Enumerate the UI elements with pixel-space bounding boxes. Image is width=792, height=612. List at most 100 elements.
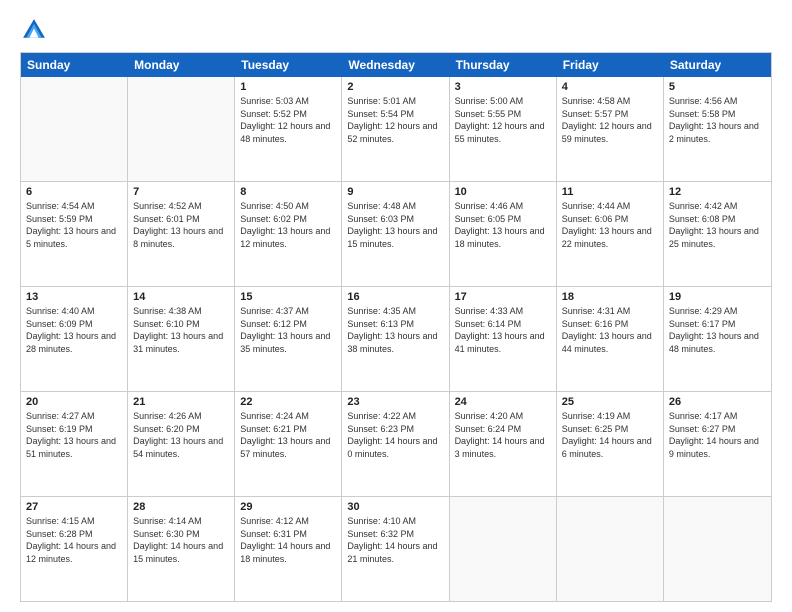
day-number: 30 — [347, 501, 443, 513]
day-number: 8 — [240, 186, 336, 198]
calendar-header-cell: Friday — [557, 53, 664, 77]
sun-info: Sunrise: 4:40 AMSunset: 6:09 PMDaylight:… — [26, 305, 122, 355]
sun-info: Sunrise: 4:15 AMSunset: 6:28 PMDaylight:… — [26, 515, 122, 565]
calendar-header-cell: Saturday — [664, 53, 771, 77]
calendar-cell: 14 Sunrise: 4:38 AMSunset: 6:10 PMDayligh… — [128, 287, 235, 391]
calendar-week-row: 27 Sunrise: 4:15 AMSunset: 6:28 PMDayligh… — [21, 497, 771, 601]
sun-info: Sunrise: 4:48 AMSunset: 6:03 PMDaylight:… — [347, 200, 443, 250]
calendar-week-row: 6 Sunrise: 4:54 AMSunset: 5:59 PMDaylight… — [21, 182, 771, 287]
day-number: 14 — [133, 291, 229, 303]
sun-info: Sunrise: 4:26 AMSunset: 6:20 PMDaylight:… — [133, 410, 229, 460]
calendar-cell: 8 Sunrise: 4:50 AMSunset: 6:02 PMDaylight… — [235, 182, 342, 286]
calendar-cell: 7 Sunrise: 4:52 AMSunset: 6:01 PMDaylight… — [128, 182, 235, 286]
day-number: 11 — [562, 186, 658, 198]
day-number: 7 — [133, 186, 229, 198]
sun-info: Sunrise: 4:20 AMSunset: 6:24 PMDaylight:… — [455, 410, 551, 460]
calendar-cell: 26 Sunrise: 4:17 AMSunset: 6:27 PMDayligh… — [664, 392, 771, 496]
sun-info: Sunrise: 4:22 AMSunset: 6:23 PMDaylight:… — [347, 410, 443, 460]
sun-info: Sunrise: 5:01 AMSunset: 5:54 PMDaylight:… — [347, 95, 443, 145]
calendar-cell — [450, 497, 557, 601]
calendar-cell — [128, 77, 235, 181]
calendar-week-row: 1Sunrise: 5:03 AMSunset: 5:52 PMDaylight… — [21, 77, 771, 182]
calendar-cell: 12 Sunrise: 4:42 AMSunset: 6:08 PMDayligh… — [664, 182, 771, 286]
sun-info: Sunrise: 4:54 AMSunset: 5:59 PMDaylight:… — [26, 200, 122, 250]
calendar-cell: 13 Sunrise: 4:40 AMSunset: 6:09 PMDayligh… — [21, 287, 128, 391]
day-number: 25 — [562, 396, 658, 408]
sun-info: Sunrise: 4:52 AMSunset: 6:01 PMDaylight:… — [133, 200, 229, 250]
day-number: 9 — [347, 186, 443, 198]
sun-info: Sunrise: 4:29 AMSunset: 6:17 PMDaylight:… — [669, 305, 766, 355]
sun-info: Sunrise: 4:38 AMSunset: 6:10 PMDaylight:… — [133, 305, 229, 355]
calendar-cell: 15 Sunrise: 4:37 AMSunset: 6:12 PMDayligh… — [235, 287, 342, 391]
calendar-cell: 27 Sunrise: 4:15 AMSunset: 6:28 PMDayligh… — [21, 497, 128, 601]
calendar-cell: 16 Sunrise: 4:35 AMSunset: 6:13 PMDayligh… — [342, 287, 449, 391]
sun-info: Sunrise: 5:00 AMSunset: 5:55 PMDaylight:… — [455, 95, 551, 145]
calendar-cell: 9 Sunrise: 4:48 AMSunset: 6:03 PMDaylight… — [342, 182, 449, 286]
day-number: 13 — [26, 291, 122, 303]
sun-info: Sunrise: 4:58 AMSunset: 5:57 PMDaylight:… — [562, 95, 658, 145]
calendar-cell: 30 Sunrise: 4:10 AMSunset: 6:32 PMDayligh… — [342, 497, 449, 601]
sun-info: Sunrise: 4:17 AMSunset: 6:27 PMDaylight:… — [669, 410, 766, 460]
day-number: 28 — [133, 501, 229, 513]
sun-info: Sunrise: 4:50 AMSunset: 6:02 PMDaylight:… — [240, 200, 336, 250]
calendar-cell: 1Sunrise: 5:03 AMSunset: 5:52 PMDaylight… — [235, 77, 342, 181]
sun-info: Sunrise: 4:27 AMSunset: 6:19 PMDaylight:… — [26, 410, 122, 460]
calendar-header-cell: Thursday — [450, 53, 557, 77]
calendar-cell — [664, 497, 771, 601]
sun-info: Sunrise: 4:19 AMSunset: 6:25 PMDaylight:… — [562, 410, 658, 460]
day-number: 12 — [669, 186, 766, 198]
calendar-cell: 23 Sunrise: 4:22 AMSunset: 6:23 PMDayligh… — [342, 392, 449, 496]
day-number: 26 — [669, 396, 766, 408]
sun-info: Sunrise: 4:37 AMSunset: 6:12 PMDaylight:… — [240, 305, 336, 355]
day-number: 19 — [669, 291, 766, 303]
calendar-cell: 28 Sunrise: 4:14 AMSunset: 6:30 PMDayligh… — [128, 497, 235, 601]
calendar-body: 1Sunrise: 5:03 AMSunset: 5:52 PMDaylight… — [21, 77, 771, 601]
calendar-week-row: 20 Sunrise: 4:27 AMSunset: 6:19 PMDayligh… — [21, 392, 771, 497]
day-number: 22 — [240, 396, 336, 408]
sun-info: Sunrise: 4:14 AMSunset: 6:30 PMDaylight:… — [133, 515, 229, 565]
day-number: 3 — [455, 81, 551, 93]
day-number: 4 — [562, 81, 658, 93]
sun-info: Sunrise: 4:44 AMSunset: 6:06 PMDaylight:… — [562, 200, 658, 250]
calendar-cell — [21, 77, 128, 181]
sun-info: Sunrise: 4:10 AMSunset: 6:32 PMDaylight:… — [347, 515, 443, 565]
calendar-cell: 25 Sunrise: 4:19 AMSunset: 6:25 PMDayligh… — [557, 392, 664, 496]
calendar-cell: 11 Sunrise: 4:44 AMSunset: 6:06 PMDayligh… — [557, 182, 664, 286]
day-number: 16 — [347, 291, 443, 303]
calendar-cell: 17Sunrise: 4:33 AMSunset: 6:14 PMDayligh… — [450, 287, 557, 391]
sun-info: Sunrise: 4:12 AMSunset: 6:31 PMDaylight:… — [240, 515, 336, 565]
calendar-cell: 22 Sunrise: 4:24 AMSunset: 6:21 PMDayligh… — [235, 392, 342, 496]
logo — [20, 16, 52, 44]
day-number: 6 — [26, 186, 122, 198]
day-number: 1 — [240, 81, 336, 93]
day-number: 29 — [240, 501, 336, 513]
calendar-week-row: 13 Sunrise: 4:40 AMSunset: 6:09 PMDayligh… — [21, 287, 771, 392]
sun-info: Sunrise: 4:46 AMSunset: 6:05 PMDaylight:… — [455, 200, 551, 250]
sun-info: Sunrise: 4:56 AMSunset: 5:58 PMDaylight:… — [669, 95, 766, 145]
sun-info: Sunrise: 4:35 AMSunset: 6:13 PMDaylight:… — [347, 305, 443, 355]
sun-info: Sunrise: 4:24 AMSunset: 6:21 PMDaylight:… — [240, 410, 336, 460]
calendar-cell: 3 Sunrise: 5:00 AMSunset: 5:55 PMDaylight… — [450, 77, 557, 181]
day-number: 20 — [26, 396, 122, 408]
day-number: 21 — [133, 396, 229, 408]
day-number: 24 — [455, 396, 551, 408]
calendar: SundayMondayTuesdayWednesdayThursdayFrid… — [20, 52, 772, 602]
calendar-cell: 10 Sunrise: 4:46 AMSunset: 6:05 PMDayligh… — [450, 182, 557, 286]
calendar-cell: 29 Sunrise: 4:12 AMSunset: 6:31 PMDayligh… — [235, 497, 342, 601]
calendar-header-cell: Monday — [128, 53, 235, 77]
calendar-cell: 19 Sunrise: 4:29 AMSunset: 6:17 PMDayligh… — [664, 287, 771, 391]
calendar-cell: 24 Sunrise: 4:20 AMSunset: 6:24 PMDayligh… — [450, 392, 557, 496]
calendar-header-cell: Sunday — [21, 53, 128, 77]
day-number: 23 — [347, 396, 443, 408]
day-number: 27 — [26, 501, 122, 513]
calendar-cell: 5 Sunrise: 4:56 AMSunset: 5:58 PMDaylight… — [664, 77, 771, 181]
day-number: 15 — [240, 291, 336, 303]
calendar-header-cell: Tuesday — [235, 53, 342, 77]
day-number: 5 — [669, 81, 766, 93]
day-number: 17 — [455, 291, 551, 303]
day-number: 10 — [455, 186, 551, 198]
calendar-cell — [557, 497, 664, 601]
header — [20, 16, 772, 44]
sun-info: Sunrise: 4:31 AMSunset: 6:16 PMDaylight:… — [562, 305, 658, 355]
sun-info: Sunrise: 4:42 AMSunset: 6:08 PMDaylight:… — [669, 200, 766, 250]
